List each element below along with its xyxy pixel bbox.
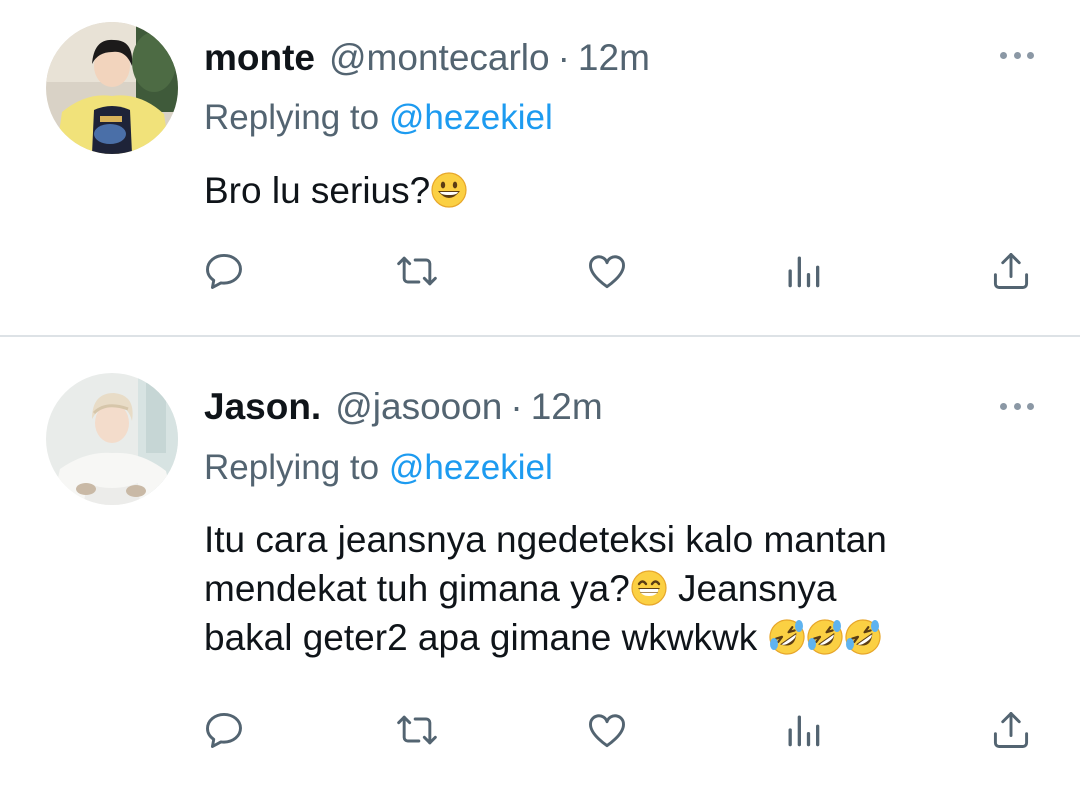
tweet-actions [0, 246, 1080, 296]
reply-icon [206, 712, 242, 748]
avatar[interactable] [46, 373, 178, 505]
reply-button[interactable] [199, 705, 249, 755]
heart-icon [589, 714, 625, 748]
tweet-text-line: Itu cara jeansnya ngedeteksi kalo mantan [204, 519, 887, 560]
like-button[interactable] [582, 705, 632, 755]
rofl-face-emoji [768, 618, 806, 656]
heart-icon [589, 255, 625, 289]
tweet-text-content: Bro lu serius? [204, 170, 431, 211]
rofl-face-emoji [844, 618, 882, 656]
timestamp[interactable]: 12m [531, 385, 603, 429]
reply-button[interactable] [199, 246, 249, 296]
replying-to-label: Replying to [204, 98, 380, 137]
views-icon [788, 256, 820, 288]
tweet-text-line: mendekat tuh gimana ya? Jeansnya [204, 564, 1044, 613]
more-options-icon[interactable] [1000, 401, 1034, 411]
reply-icon [206, 253, 242, 289]
tweet-text-segment: bakal geter2 apa gimane wkwkwk [204, 617, 768, 658]
retweet-icon [397, 256, 437, 286]
rofl-face-emoji [806, 618, 844, 656]
avatar[interactable] [46, 22, 178, 154]
grinning-face-emoji [430, 171, 468, 209]
tweet[interactable]: monte @montecarlo · 12m Replying to @hez… [0, 0, 1080, 336]
retweet-icon [397, 715, 437, 745]
separator-dot: · [557, 37, 570, 78]
replying-to-line: Replying to @hezekiel [204, 96, 553, 140]
share-icon [993, 712, 1029, 748]
views-button[interactable] [778, 246, 828, 296]
user-handle[interactable]: @jasooon [335, 385, 502, 429]
tweet-text: Bro lu serius? [204, 166, 1044, 215]
more-options-icon[interactable] [1000, 50, 1034, 60]
mention-link[interactable]: @hezekiel [389, 98, 553, 137]
timestamp[interactable]: 12m [578, 36, 650, 80]
user-handle[interactable]: @montecarlo [329, 36, 550, 80]
tweet-header: Jason. @jasooon · 12m [204, 385, 603, 429]
tweet-text-segment: Jeansnya [667, 568, 837, 609]
share-icon [993, 253, 1029, 289]
replying-to-line: Replying to @hezekiel [204, 446, 553, 490]
mention-link[interactable]: @hezekiel [389, 448, 553, 487]
like-button[interactable] [582, 246, 632, 296]
display-name[interactable]: monte [204, 36, 315, 80]
tweet-text-segment: mendekat tuh gimana ya? [204, 568, 630, 609]
tweet-text: Itu cara jeansnya ngedeteksi kalo mantan… [204, 515, 1044, 662]
retweet-button[interactable] [392, 705, 442, 755]
tweet-text-line: bakal geter2 apa gimane wkwkwk [204, 613, 1044, 662]
views-button[interactable] [778, 705, 828, 755]
tweet-header: monte @montecarlo · 12m [204, 36, 650, 80]
retweet-button[interactable] [392, 246, 442, 296]
replying-to-label: Replying to [204, 448, 380, 487]
display-name[interactable]: Jason. [204, 385, 321, 429]
share-button[interactable] [986, 246, 1036, 296]
share-button[interactable] [986, 705, 1036, 755]
separator-dot: · [510, 386, 523, 427]
tweet[interactable]: Jason. @jasooon · 12m Replying to @hezek… [0, 337, 1080, 787]
tweet-actions [0, 705, 1080, 755]
views-icon [788, 715, 820, 747]
beaming-face-emoji [630, 569, 668, 607]
